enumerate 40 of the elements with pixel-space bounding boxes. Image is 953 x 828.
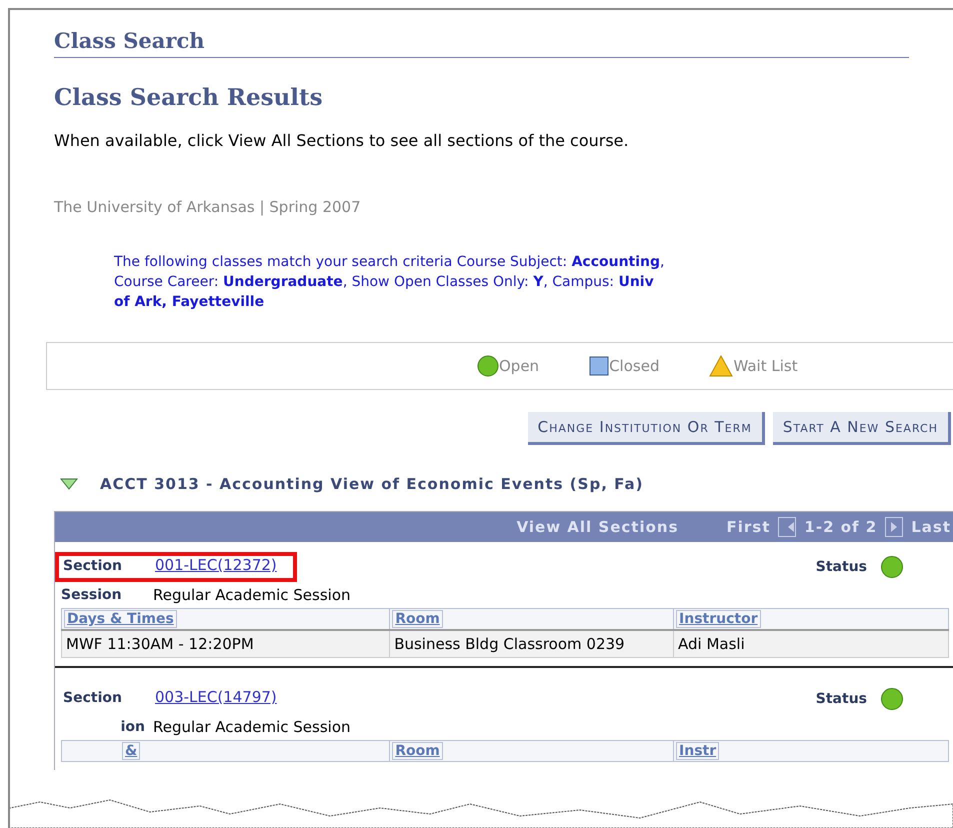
first-link[interactable]: First [726, 518, 770, 536]
column-header-link[interactable]: & [122, 742, 140, 760]
last-link[interactable]: Last [911, 518, 951, 536]
session-label: Session [61, 587, 123, 603]
page-title: Class Search [54, 28, 909, 58]
session-value: Regular Academic Session [153, 586, 351, 604]
session-value: Regular Academic Session [153, 718, 351, 736]
course-title: ACCT 3013 - Accounting View of Economic Events (Sp, Fa) [100, 475, 644, 493]
table-cell: MWF 11:30AM - 12:20PM [62, 630, 390, 658]
column-header-link[interactable]: Room [392, 610, 443, 628]
status-label: Status [816, 559, 867, 575]
search-criteria-text: The following classes match your search criteria Course Subject: Accounting, Course Career: Undergraduate, Show Open Classes Only: Y, Campus: Univ of Ark, Fayetteville [114, 253, 666, 312]
legend-label: Closed [609, 357, 660, 375]
next-icon[interactable] [885, 517, 904, 537]
session-label: ion [120, 719, 146, 735]
section-label: Section [63, 690, 123, 706]
table-cell: Adi Masli [674, 630, 948, 658]
section-label: Section [63, 558, 123, 574]
column-header-link[interactable]: Room [392, 742, 443, 760]
status-label: Status [816, 691, 867, 707]
results-title: Class Search Results [54, 84, 324, 111]
legend-label: Wait List [733, 357, 798, 375]
triangle-icon[interactable] [60, 478, 78, 490]
table-cell: Business Bldg Classroom 0239 [390, 630, 674, 658]
action-button[interactable]: Start A New Search [772, 412, 951, 445]
triangle-icon [709, 355, 734, 377]
view-all-link[interactable]: View All Sections [516, 518, 679, 536]
closed-square-icon [589, 356, 610, 376]
column-header-link[interactable]: Instructor [676, 610, 761, 628]
section-link[interactable]: 003-LEC(14797) [155, 688, 277, 706]
action-button[interactable]: Change Institution Or Term [528, 412, 765, 445]
previous-icon[interactable] [778, 517, 796, 537]
institution-term-text: The University of Arkansas | Spring 2007 [54, 198, 362, 216]
legend-label: Open [499, 357, 540, 375]
open-circle-icon [477, 355, 499, 377]
instructions-text: When available, click View All Sections to see all sections of the course. [54, 131, 630, 150]
column-header-link[interactable]: Instr [676, 742, 720, 760]
page-range: 1-2 of 2 [804, 518, 878, 536]
section-link[interactable]: 001-LEC(12372) [155, 556, 277, 574]
column-header-link[interactable]: Days & Times [64, 610, 177, 628]
